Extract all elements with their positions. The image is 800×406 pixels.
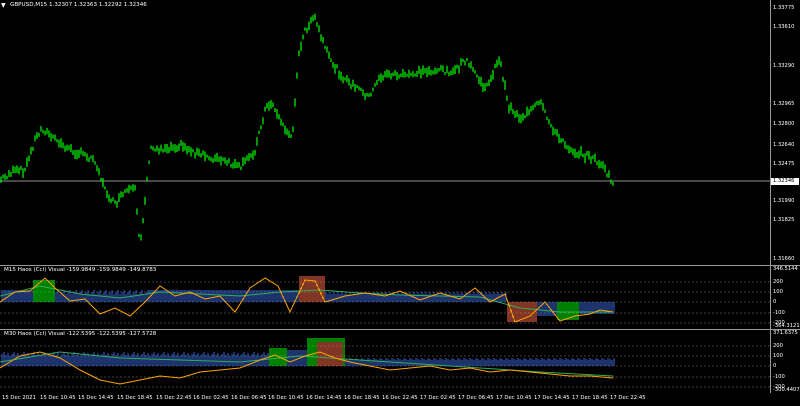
indicator-tick-label: 371.6375 (773, 330, 798, 336)
price-tick-label: 1.32475 (773, 161, 795, 167)
time-axis-label: 17 Dec 14:45 (534, 395, 570, 401)
m30-indicator-title: M30 Haos (Cci) Visual -122.5395 -122.539… (4, 331, 157, 337)
time-axis-label: 15 Dec 2021 (2, 395, 36, 401)
time-axis-label: 16 Dec 18:45 (344, 395, 380, 401)
m15-haos-cci-chart[interactable] (0, 266, 770, 329)
time-axis-label: 17 Dec 10:45 (496, 395, 532, 401)
indicator-tick-label: 100 (773, 289, 783, 295)
indicator-tick-label: 200 (773, 279, 783, 285)
histogram (1, 276, 615, 322)
price-tick-label: 1.32640 (773, 142, 795, 148)
indicator-tick-label: 346.5144 (773, 266, 798, 272)
price-tick-label: 1.31990 (773, 198, 795, 204)
time-axis-label: 16 Dec 10:45 (268, 395, 304, 401)
time-axis-label: 17 Dec 22:45 (610, 395, 646, 401)
main-chart-panel[interactable]: ▼ GBPUSD,M15 1.32307 1.32363 1.32292 1.3… (0, 0, 770, 265)
time-axis-label: 16 Dec 14:45 (306, 395, 342, 401)
chart-menu-icon[interactable]: ▼ (1, 3, 6, 9)
indicator-tick-label: 100 (773, 353, 783, 359)
time-axis-label: 17 Dec 06:45 (458, 395, 494, 401)
time-axis[interactable]: 15 Dec 2021 15 Dec 10:45 15 Dec 14:45 15 De… (0, 393, 800, 406)
main-chart-title: GBPUSD,M15 1.32307 1.32363 1.32292 1.323… (10, 2, 147, 8)
price-chart[interactable] (0, 0, 770, 265)
price-tick-label: 1.31660 (773, 256, 795, 262)
time-axis-label: 15 Dec 10:45 (40, 395, 76, 401)
price-tick-label: 1.33610 (773, 24, 795, 30)
scale-border (770, 0, 771, 393)
histogram (1, 338, 615, 366)
price-tick-label: 1.33290 (773, 63, 795, 69)
time-axis-label: 15 Dec 18:45 (117, 395, 153, 401)
price-tick-label: 1.32965 (773, 101, 795, 107)
price-tick-label: 1.31825 (773, 217, 795, 223)
indicator-tick-label: 0 (773, 299, 777, 305)
time-axis-label: 16 Dec 06:45 (231, 395, 267, 401)
m30-haos-cci-chart[interactable] (0, 330, 770, 393)
indicator-panel-m15[interactable]: M15 Haos (Cci) Visual -159.9849 -159.984… (0, 266, 770, 329)
time-axis-label: 17 Dec 02:45 (420, 395, 456, 401)
current-price-label: 1.32346 (771, 178, 799, 185)
m30-indicator-scale[interactable]: 371.6375 200 100 0 -100 -200 -300.4407 (770, 330, 800, 393)
indicator-tick-label: -100 (773, 310, 785, 316)
price-tick-label: 1.33775 (773, 5, 795, 11)
m15-indicator-scale[interactable]: 346.5144 200 100 0 -100 -200 -364.3121 (770, 266, 800, 329)
time-axis-label: 17 Dec 18:45 (572, 395, 608, 401)
time-axis-label: 16 Dec 22:45 (382, 395, 418, 401)
time-axis-label: 15 Dec 14:45 (78, 395, 114, 401)
candles (0, 13, 614, 241)
time-axis-label: 15 Dec 22:45 (156, 395, 192, 401)
indicator-tick-label: 200 (773, 343, 783, 349)
time-axis-label: 16 Dec 02:45 (193, 395, 229, 401)
indicator-panel-m30[interactable]: M30 Haos (Cci) Visual -122.5395 -122.539… (0, 330, 770, 393)
indicator-tick-label: -100 (773, 374, 785, 380)
indicator-tick-label: 0 (773, 363, 777, 369)
price-tick-label: 1.32800 (773, 121, 795, 127)
price-scale[interactable]: 1.33775 1.33610 1.33290 1.32965 1.32800 1.326… (770, 0, 800, 265)
m15-indicator-title: M15 Haos (Cci) Visual -159.9849 -159.984… (4, 267, 157, 273)
